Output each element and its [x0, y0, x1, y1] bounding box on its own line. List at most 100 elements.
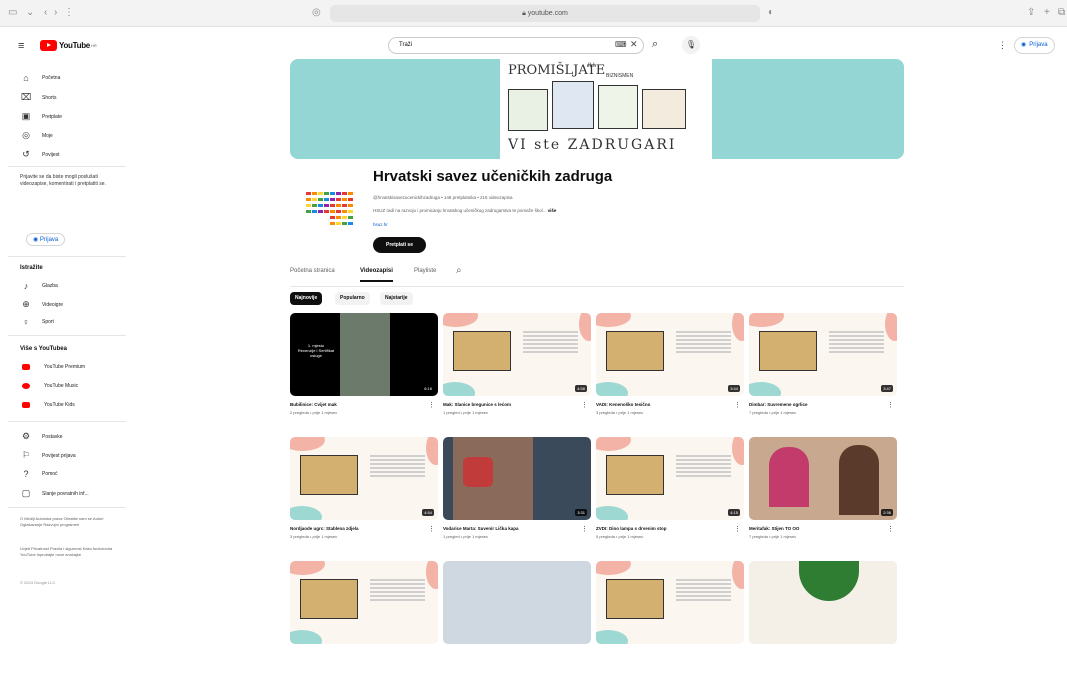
search-icon[interactable]: ⌕: [456, 265, 462, 276]
video-card[interactable]: [443, 561, 591, 681]
search-input[interactable]: Traži: [388, 37, 644, 54]
back-icon[interactable]: ‹: [44, 8, 47, 18]
video-thumbnail[interactable]: [749, 561, 897, 644]
tab-videos[interactable]: Videozapisi: [360, 268, 393, 282]
video-card[interactable]: 1. mjesto Recenzije i Sertifikat usluge 6…: [290, 313, 438, 433]
sidebar-item-yt-kids[interactable]: YouTube Kids: [20, 402, 75, 408]
url-bar[interactable]: 🔒︎ youtube.com: [330, 5, 760, 22]
video-title[interactable]: ZVDI: Dino lampa s drvenim stop: [596, 526, 731, 531]
sidebar-item-settings[interactable]: ⚙ Postavke: [20, 431, 63, 442]
logo-cell: [324, 198, 329, 201]
video-thumbnail[interactable]: 4:15: [596, 437, 744, 520]
video-title[interactable]: VADI: Kenenoško tesično: [596, 402, 731, 407]
forward-icon[interactable]: ›: [54, 8, 57, 18]
reader-icon[interactable]: ◐: [768, 8, 774, 18]
chip-latest[interactable]: Najnovije: [290, 292, 323, 305]
sidebar-item-feedback[interactable]: ▢ Slanje povratnih inf...: [20, 488, 89, 499]
video-thumbnail[interactable]: [443, 561, 591, 644]
channel-avatar[interactable]: [298, 186, 358, 246]
signin-button[interactable]: ◉ Prijava: [1014, 37, 1055, 54]
video-thumbnail[interactable]: 2:36: [749, 437, 897, 520]
video-card[interactable]: [290, 561, 438, 681]
video-thumbnail[interactable]: 4:58: [443, 313, 591, 396]
video-thumbnail[interactable]: 3:44: [596, 313, 744, 396]
youtube-logo[interactable]: YouTube HR: [40, 40, 97, 51]
sidebar-item-sport[interactable]: ♀ Sport: [20, 317, 54, 327]
search-icon[interactable]: ⌕: [652, 38, 658, 51]
video-menu-icon[interactable]: ⋮: [581, 401, 588, 409]
video-menu-icon[interactable]: ⋮: [734, 401, 741, 409]
share-icon[interactable]: ⇪: [1027, 8, 1035, 18]
video-thumbnail[interactable]: 1. mjesto Recenzije i Sertifikat usluge 6…: [290, 313, 438, 396]
tab-playlists[interactable]: Playliste: [414, 268, 436, 280]
chip-popular[interactable]: Popularno: [335, 292, 370, 305]
menu-icon[interactable]: ≡: [18, 40, 24, 52]
sidebar-item-label: Shorts: [42, 94, 57, 101]
video-meta: 7 pregleda • prije 1 mjesec: [749, 534, 797, 539]
video-card[interactable]: [596, 561, 744, 681]
description-more-link[interactable]: više: [548, 208, 557, 213]
video-meta: 1 pregled • prije 1 mjesec: [443, 534, 488, 539]
sidebar-item-you[interactable]: ◎ Moje: [20, 130, 53, 141]
video-card[interactable]: 3:31 Vodarice Marta: Suvenir Lička kapa 1 …: [443, 437, 591, 557]
sidebar-toggle-icon[interactable]: ▭: [8, 8, 17, 18]
sidebar-item-yt-music[interactable]: YouTube Music: [20, 383, 78, 389]
new-tab-icon[interactable]: +: [1044, 8, 1050, 18]
sidebar-item-shorts[interactable]: ⌧ Shorts: [20, 92, 57, 103]
microphone-icon[interactable]: 🎙︎: [682, 36, 700, 54]
thumbnail-decoration: [596, 630, 628, 644]
sidebar-item-label: Videoigre: [42, 301, 64, 308]
video-title[interactable]: Dimbar: Suvremene ogrlice: [749, 402, 884, 407]
video-card[interactable]: 4:58 Mak: Slanice bregunice s lećom 1 preg…: [443, 313, 591, 433]
channel-link[interactable]: hsuz.hr: [373, 222, 388, 227]
channel-description[interactable]: HSUZ radi na razvoju i promicanju hrvats…: [373, 208, 556, 213]
more-icon[interactable]: ⋮: [998, 40, 1007, 51]
video-thumbnail[interactable]: 3:31: [443, 437, 591, 520]
sidebar-item-home[interactable]: ⌂ Početna: [20, 73, 60, 83]
logo-cell: [336, 216, 341, 219]
subscribe-button[interactable]: Pretplati se: [373, 237, 426, 253]
video-title[interactable]: Bubilinice: Cvijet mak: [290, 402, 425, 407]
video-card[interactable]: 2:36 Meritafak: Stijen TO OO 7 pregleda • …: [749, 437, 897, 557]
keyboard-icon[interactable]: ⌨: [615, 40, 627, 49]
tabs-icon[interactable]: ⧉: [1058, 8, 1065, 18]
sidebar-item-help[interactable]: ? Pomoć: [20, 469, 57, 479]
sidebar-item-history[interactable]: ↺ Povijest: [20, 149, 59, 160]
video-card[interactable]: [749, 561, 897, 681]
video-menu-icon[interactable]: ⋮: [428, 525, 435, 533]
clear-icon[interactable]: ✕: [630, 39, 638, 50]
video-menu-icon[interactable]: ⋮: [581, 525, 588, 533]
video-thumbnail[interactable]: [596, 561, 744, 644]
sidebar-signin-button[interactable]: ◉ Prijava: [26, 233, 66, 246]
video-title[interactable]: Meritafak: Stijen TO OO: [749, 526, 884, 531]
video-card[interactable]: 3:44 VADI: Kenenoško tesično 3 pregleda • …: [596, 313, 744, 433]
sidebar-item-report[interactable]: ⚐ Povijest prijava: [20, 450, 76, 461]
video-card[interactable]: 4:15 ZVDI: Dino lampa s drvenim stop 5 pre…: [596, 437, 744, 557]
video-menu-icon[interactable]: ⋮: [428, 401, 435, 409]
tab-home[interactable]: Početna stranica: [290, 268, 335, 280]
video-card[interactable]: 3:47 Dimbar: Suvremene ogrlice 7 pregleda …: [749, 313, 897, 433]
video-title[interactable]: Mak: Slanice bregunice s lećom: [443, 402, 578, 407]
video-thumbnail[interactable]: 3:47: [749, 313, 897, 396]
video-card[interactable]: 4:54 Nordjaode ugrc: Stablena zdjela 3 pre…: [290, 437, 438, 557]
logo-cell: [336, 192, 341, 195]
video-menu-icon[interactable]: ⋮: [734, 525, 741, 533]
shield-icon[interactable]: ◎: [312, 8, 321, 18]
video-title[interactable]: Vodarice Marta: Suvenir Lička kapa: [443, 526, 578, 531]
video-thumbnail[interactable]: [290, 561, 438, 644]
video-menu-icon[interactable]: ⋮: [887, 401, 894, 409]
chevron-down-icon[interactable]: ⌄: [26, 8, 34, 18]
video-meta: 1 pregled • prije 1 mjesec: [443, 410, 488, 415]
sidebar-item-gaming[interactable]: ⊕ Videoigre: [20, 299, 63, 310]
sidebar-item-yt-premium[interactable]: YouTube Premium: [20, 364, 85, 370]
footer-links-1[interactable]: O Mediji Autorska prava Obratite nam se …: [20, 516, 120, 528]
chip-oldest[interactable]: Najstarije: [380, 292, 413, 305]
sidebar-item-music[interactable]: ♪ Glazba: [20, 281, 58, 291]
footer-links-2[interactable]: Uvjeti Privatnost Pravila i sigurnost Ka…: [20, 546, 120, 558]
tab-overview-icon[interactable]: ⋮: [64, 8, 74, 18]
video-title[interactable]: Nordjaode ugrc: Stablena zdjela: [290, 526, 425, 531]
video-thumbnail[interactable]: 4:54: [290, 437, 438, 520]
thumbnail-image: [453, 331, 511, 371]
sidebar-item-subscriptions[interactable]: ▣ Pretplate: [20, 111, 62, 122]
video-menu-icon[interactable]: ⋮: [887, 525, 894, 533]
